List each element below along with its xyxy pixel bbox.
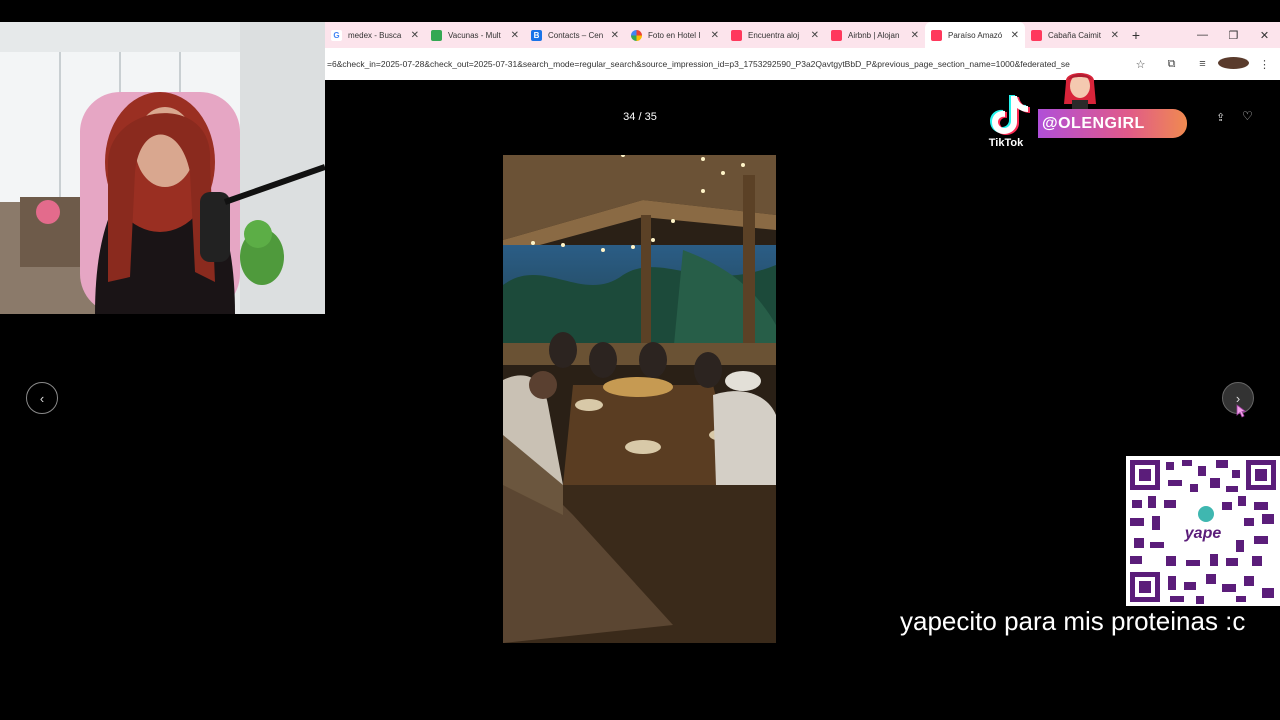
close-icon[interactable]: ✕	[611, 30, 619, 41]
donation-caption: yapecito para mis proteinas :c	[900, 606, 1246, 636]
tiktok-overlay: TikTok	[980, 90, 1040, 152]
dinner-scene-image	[503, 155, 776, 643]
close-icon[interactable]: ✕	[911, 30, 919, 41]
tab-6-active[interactable]: Paraíso Amazó ✕	[925, 22, 1025, 48]
vaccine-site-icon	[431, 29, 442, 41]
tab-label: Vacunas - Mult	[448, 30, 501, 40]
tab-label: Paraíso Amazó	[948, 30, 1003, 40]
close-icon[interactable]: ✕	[711, 30, 719, 41]
chevron-left-icon: ‹	[39, 390, 45, 406]
tab-5[interactable]: Airbnb | Alojan ✕	[825, 22, 925, 48]
restore-button[interactable]: ❐	[1218, 29, 1249, 42]
tab-7[interactable]: Cabaña Caimit ✕	[1025, 22, 1125, 48]
tab-4[interactable]: Encuentra aloj ✕	[725, 22, 825, 48]
tab-0[interactable]: G medex - Busca ✕	[325, 22, 425, 48]
url-field[interactable]: =6&check_in=2025-07-28&check_out=2025-07…	[325, 59, 1119, 69]
gallery-photo	[503, 155, 776, 643]
heart-icon[interactable]: ♡	[1242, 109, 1253, 123]
photos-icon	[631, 29, 642, 41]
share-icon[interactable]: ⇪	[1216, 111, 1225, 124]
yape-brand-text: yape	[1184, 525, 1222, 542]
webcam-overlay	[0, 22, 325, 314]
tab-label: medex - Busca	[348, 30, 402, 40]
tiktok-label: TikTok	[988, 137, 1024, 149]
streamer-webcam-image	[0, 22, 325, 314]
airbnb-icon	[731, 29, 742, 41]
tab-label: Airbnb | Alojan	[848, 30, 900, 40]
toolbar-icons: ☆ ⧉ ≡ ⋮	[1125, 56, 1280, 72]
qr-code-image: yape	[1126, 456, 1280, 606]
photo-counter: 34 / 35	[623, 111, 657, 123]
close-icon[interactable]: ✕	[1011, 30, 1019, 41]
cartoon-avatar-icon	[1064, 73, 1096, 110]
close-window-button[interactable]: ✕	[1249, 29, 1280, 42]
extensions-icon[interactable]: ⧉	[1156, 58, 1187, 71]
close-icon[interactable]: ✕	[411, 30, 419, 41]
previous-photo-button[interactable]: ‹	[26, 382, 58, 414]
minimize-button[interactable]: —	[1187, 29, 1218, 42]
window-controls: — ❐ ✕	[1187, 29, 1280, 42]
tab-label: Contacts – Cen	[548, 30, 604, 40]
cursor-pointer-icon	[1236, 404, 1246, 418]
booking-icon: B	[531, 29, 542, 41]
profile-avatar[interactable]	[1218, 56, 1249, 72]
tab-1[interactable]: Vacunas - Mult ✕	[425, 22, 525, 48]
tab-2[interactable]: B Contacts – Cen ✕	[525, 22, 625, 48]
media-controls-icon[interactable]: ≡	[1187, 58, 1218, 70]
tab-label: Encuentra aloj	[748, 30, 800, 40]
airbnb-icon	[831, 29, 842, 41]
close-icon[interactable]: ✕	[511, 30, 519, 41]
tab-label: Cabaña Caimit	[1048, 30, 1101, 40]
new-tab-button[interactable]: +	[1125, 27, 1147, 43]
address-bar: =6&check_in=2025-07-28&check_out=2025-07…	[325, 48, 1280, 80]
browser-tab-bar: G medex - Busca ✕ Vacunas - Mult ✕ B Con…	[325, 22, 1280, 48]
bookmark-star-icon[interactable]: ☆	[1125, 58, 1156, 71]
google-icon: G	[331, 29, 342, 41]
tab-3[interactable]: Foto en Hotel I ✕	[625, 22, 725, 48]
airbnb-icon	[1031, 29, 1042, 41]
tiktok-logo-icon	[990, 95, 1030, 135]
more-menu-icon[interactable]: ⋮	[1249, 58, 1280, 71]
close-icon[interactable]: ✕	[1111, 30, 1119, 41]
tab-label: Foto en Hotel I	[648, 30, 701, 40]
yape-qr-code: yape	[1126, 456, 1280, 606]
tiktok-handle: @OLENGIRL	[1038, 109, 1187, 138]
close-icon[interactable]: ✕	[811, 30, 819, 41]
airbnb-icon	[931, 29, 942, 41]
